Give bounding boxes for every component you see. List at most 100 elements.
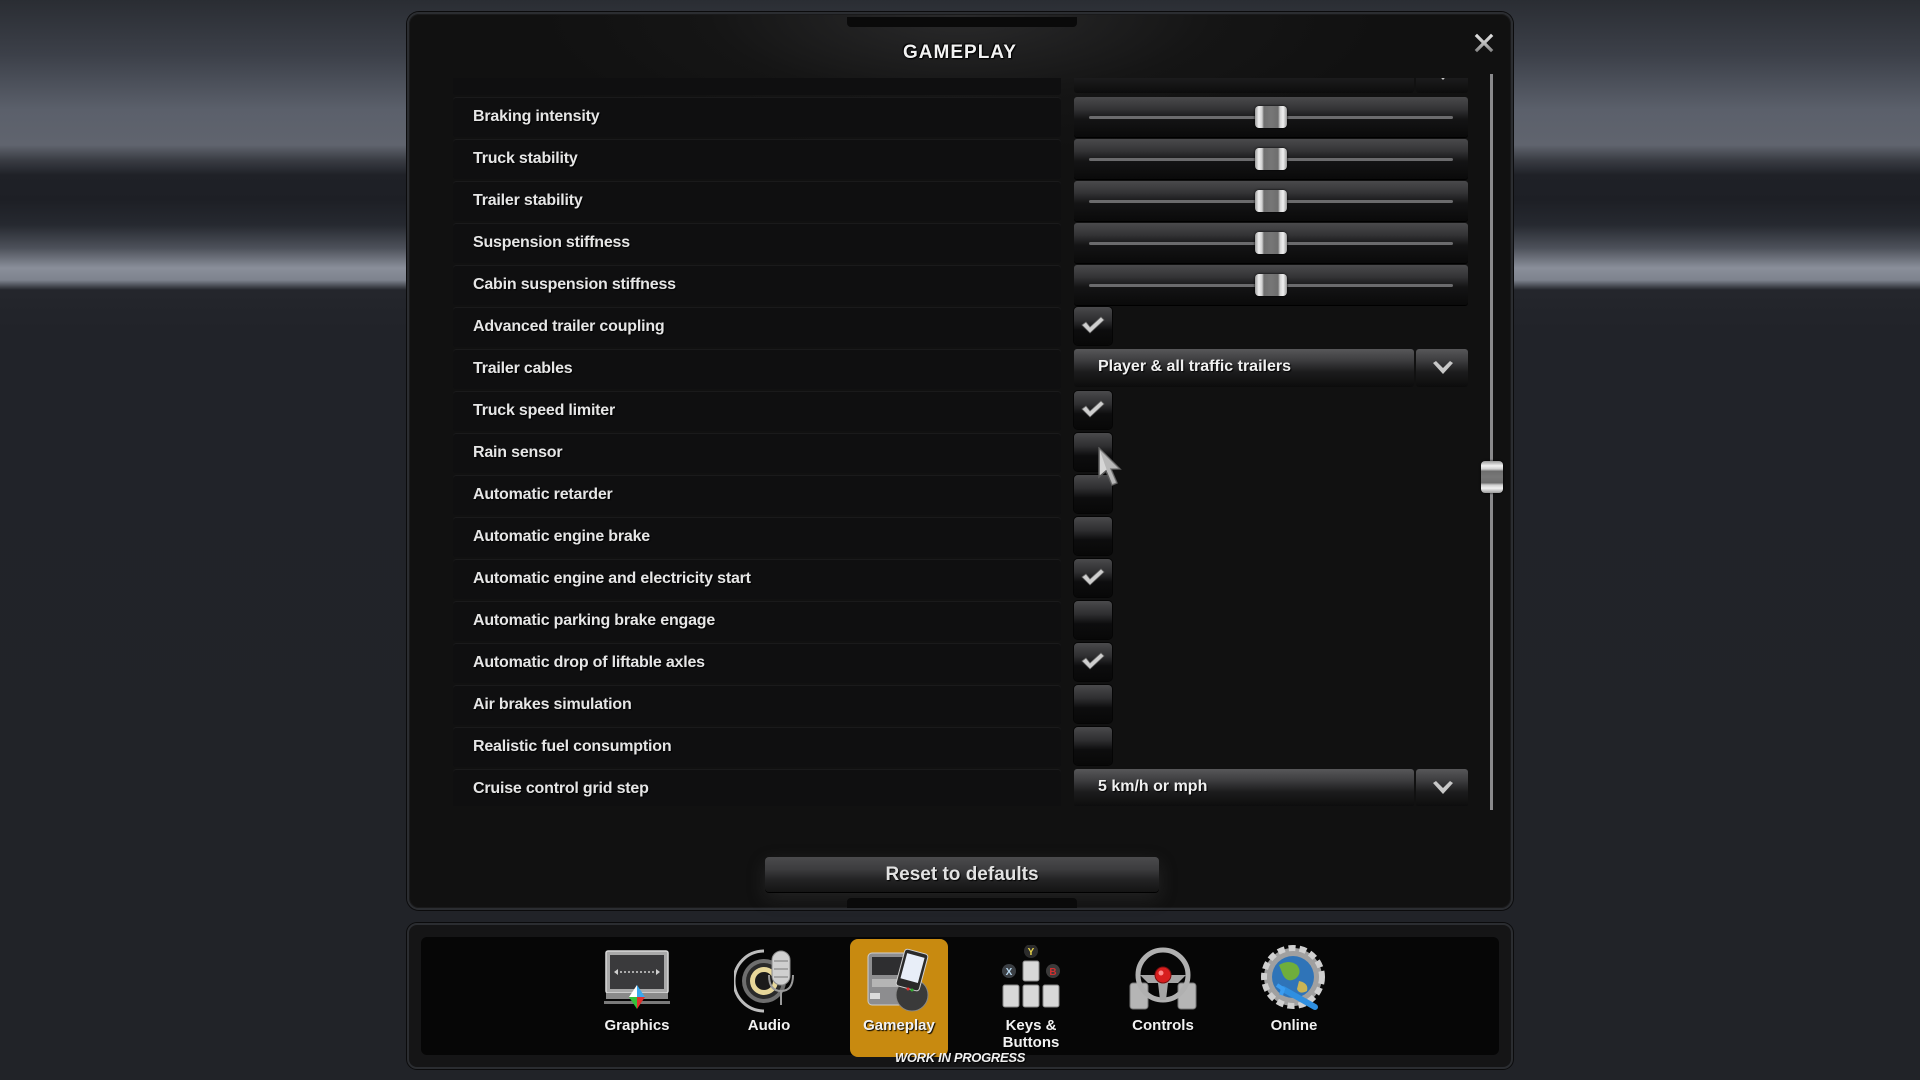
nav-label: Audio — [747, 1017, 791, 1034]
nav-item-controls[interactable]: Controls — [1114, 939, 1212, 1057]
slider-thumb[interactable] — [1255, 274, 1287, 296]
setting-label-box: Trailer cables — [453, 349, 1061, 389]
setting-label: Realistic fuel consumption — [473, 738, 672, 755]
globe-wrench-icon — [1261, 945, 1325, 1010]
setting-label: Automatic retarder — [473, 486, 613, 503]
nav-label: Keys & Buttons — [1002, 1017, 1060, 1051]
checkbox-automatic-engine-and-electricity-start[interactable] — [1074, 559, 1112, 597]
gameplay-settings-panel: GAMEPLAY Braking intensity Truck stabilit… — [407, 12, 1513, 910]
checkbox-automatic-drop-of-liftable-axles[interactable] — [1074, 643, 1112, 681]
checkbox-realistic-fuel-consumption[interactable] — [1074, 727, 1112, 765]
close-button[interactable] — [1469, 28, 1499, 58]
setting-label-box: Automatic engine and electricity start — [453, 559, 1061, 599]
slider-suspension-stiffness[interactable] — [1074, 223, 1468, 263]
speaker-microphone-icon — [734, 949, 794, 1013]
setting-row: Cruise control grid step 5 km/h or mph — [453, 768, 1471, 806]
setting-label-box: Trailer stability — [453, 181, 1061, 221]
setting-label: Trailer cables — [473, 360, 573, 377]
nav-item-keys-buttons[interactable]: Y X B Keys & Buttons — [982, 939, 1080, 1057]
checkmark-icon — [1081, 400, 1105, 418]
nav-label: Online — [1270, 1017, 1318, 1034]
nav-label: Graphics — [604, 1017, 670, 1034]
checkbox-truck-speed-limiter[interactable] — [1074, 391, 1112, 429]
checkbox-rain-sensor[interactable] — [1074, 433, 1112, 471]
settings-scrollbar[interactable] — [1481, 74, 1503, 810]
setting-label: Automatic engine brake — [473, 528, 650, 545]
chevron-down-icon — [1441, 78, 1445, 80]
setting-row: Automatic parking brake engage — [453, 600, 1471, 642]
setting-label: Rain sensor — [473, 444, 563, 461]
setting-label: Trailer stability — [473, 192, 583, 209]
truck-tablet-icon — [867, 948, 929, 1012]
setting-label: Truck stability — [473, 150, 578, 167]
checkbox-air-brakes-simulation[interactable] — [1074, 685, 1112, 723]
svg-text:B: B — [1049, 967, 1056, 978]
dropdown-value-box[interactable]: Player & all traffic trailers — [1074, 349, 1414, 387]
slider-thumb[interactable] — [1255, 232, 1287, 254]
panel-title: GAMEPLAY — [903, 42, 1017, 63]
checkbox-advanced-trailer-coupling[interactable] — [1074, 307, 1112, 345]
slider-thumb[interactable] — [1255, 148, 1287, 170]
chevron-down-icon — [1433, 361, 1453, 374]
svg-text:X: X — [1006, 967, 1013, 978]
dropdown-value-box[interactable]: 5 km/h or mph — [1074, 769, 1414, 806]
panel-top-tab — [847, 17, 1077, 27]
checkbox-automatic-parking-brake-engage[interactable] — [1074, 601, 1112, 639]
dropdown-trailer-cables[interactable]: Player & all traffic trailers — [1074, 349, 1468, 387]
setting-label-box: Braking intensity — [453, 97, 1061, 137]
dropdown-arrow-button[interactable] — [1416, 769, 1468, 806]
scrollbar-thumb[interactable] — [1481, 461, 1503, 494]
slider-truck-stability[interactable] — [1074, 139, 1468, 179]
setting-label: Braking intensity — [473, 108, 600, 125]
nav-item-audio[interactable]: Audio — [720, 939, 818, 1057]
checkbox-automatic-retarder[interactable] — [1074, 475, 1112, 513]
setting-label-box: Cabin suspension stiffness — [453, 265, 1061, 305]
scrollbar-track — [1490, 74, 1493, 810]
setting-row: Truck stability — [453, 138, 1471, 180]
slider-cabin-suspension-stiffness[interactable] — [1074, 265, 1468, 305]
setting-row — [453, 78, 1471, 96]
setting-label-box: Cruise control grid step — [453, 769, 1061, 806]
dropdown-value: 5 km/h or mph — [1098, 778, 1208, 795]
monitor-icon — [604, 950, 670, 1009]
dropdown-value-box[interactable] — [1074, 78, 1414, 93]
setting-label: Cabin suspension stiffness — [473, 276, 676, 293]
slider-trailer-stability[interactable] — [1074, 181, 1468, 221]
dropdown-value: Player & all traffic trailers — [1098, 358, 1291, 375]
nav-label: Controls — [1132, 1017, 1194, 1034]
setting-label: Advanced trailer coupling — [473, 318, 665, 335]
setting-label-box: Air brakes simulation — [453, 685, 1061, 725]
slider-thumb[interactable] — [1255, 106, 1287, 128]
dropdown-cruise-control-grid-step[interactable]: 5 km/h or mph — [1074, 769, 1468, 806]
dropdown-arrow-button[interactable] — [1416, 78, 1468, 93]
setting-label-box: Realistic fuel consumption — [453, 727, 1061, 767]
slider-thumb[interactable] — [1255, 190, 1287, 212]
setting-label-box: Rain sensor — [453, 433, 1061, 473]
settings-category-nav: Graphics Audio Gameplay Y X B Keys & But… — [407, 923, 1513, 1069]
reset-to-defaults-button[interactable]: Reset to defaults — [765, 857, 1159, 892]
setting-label-box: Suspension stiffness — [453, 223, 1061, 263]
nav-item-gameplay[interactable]: Gameplay — [850, 939, 948, 1057]
setting-label-box: Automatic parking brake engage — [453, 601, 1061, 641]
slider-braking-intensity[interactable] — [1074, 97, 1468, 137]
nav-item-online[interactable]: Online — [1245, 939, 1343, 1057]
dropdown-partial[interactable] — [1074, 78, 1468, 93]
checkbox-automatic-engine-brake[interactable] — [1074, 517, 1112, 555]
setting-row: Truck speed limiter — [453, 390, 1471, 432]
setting-label-box: Truck speed limiter — [453, 391, 1061, 431]
setting-row: Cabin suspension stiffness — [453, 264, 1471, 306]
setting-label: Automatic parking brake engage — [473, 612, 716, 629]
svg-text:Y: Y — [1028, 947, 1035, 958]
setting-label-box: Automatic drop of liftable axles — [453, 643, 1061, 683]
setting-label-box: Automatic retarder — [453, 475, 1061, 515]
nav-label: Gameplay — [863, 1017, 935, 1034]
setting-row: Trailer stability — [453, 180, 1471, 222]
dropdown-arrow-button[interactable] — [1416, 349, 1468, 387]
setting-row: Automatic engine brake — [453, 516, 1471, 558]
setting-row: Realistic fuel consumption — [453, 726, 1471, 768]
checkmark-icon — [1081, 316, 1105, 334]
setting-label: Automatic drop of liftable axles — [473, 654, 705, 671]
setting-row: Automatic drop of liftable axles — [453, 642, 1471, 684]
setting-label: Cruise control grid step — [473, 780, 649, 797]
nav-item-graphics[interactable]: Graphics — [588, 939, 686, 1057]
